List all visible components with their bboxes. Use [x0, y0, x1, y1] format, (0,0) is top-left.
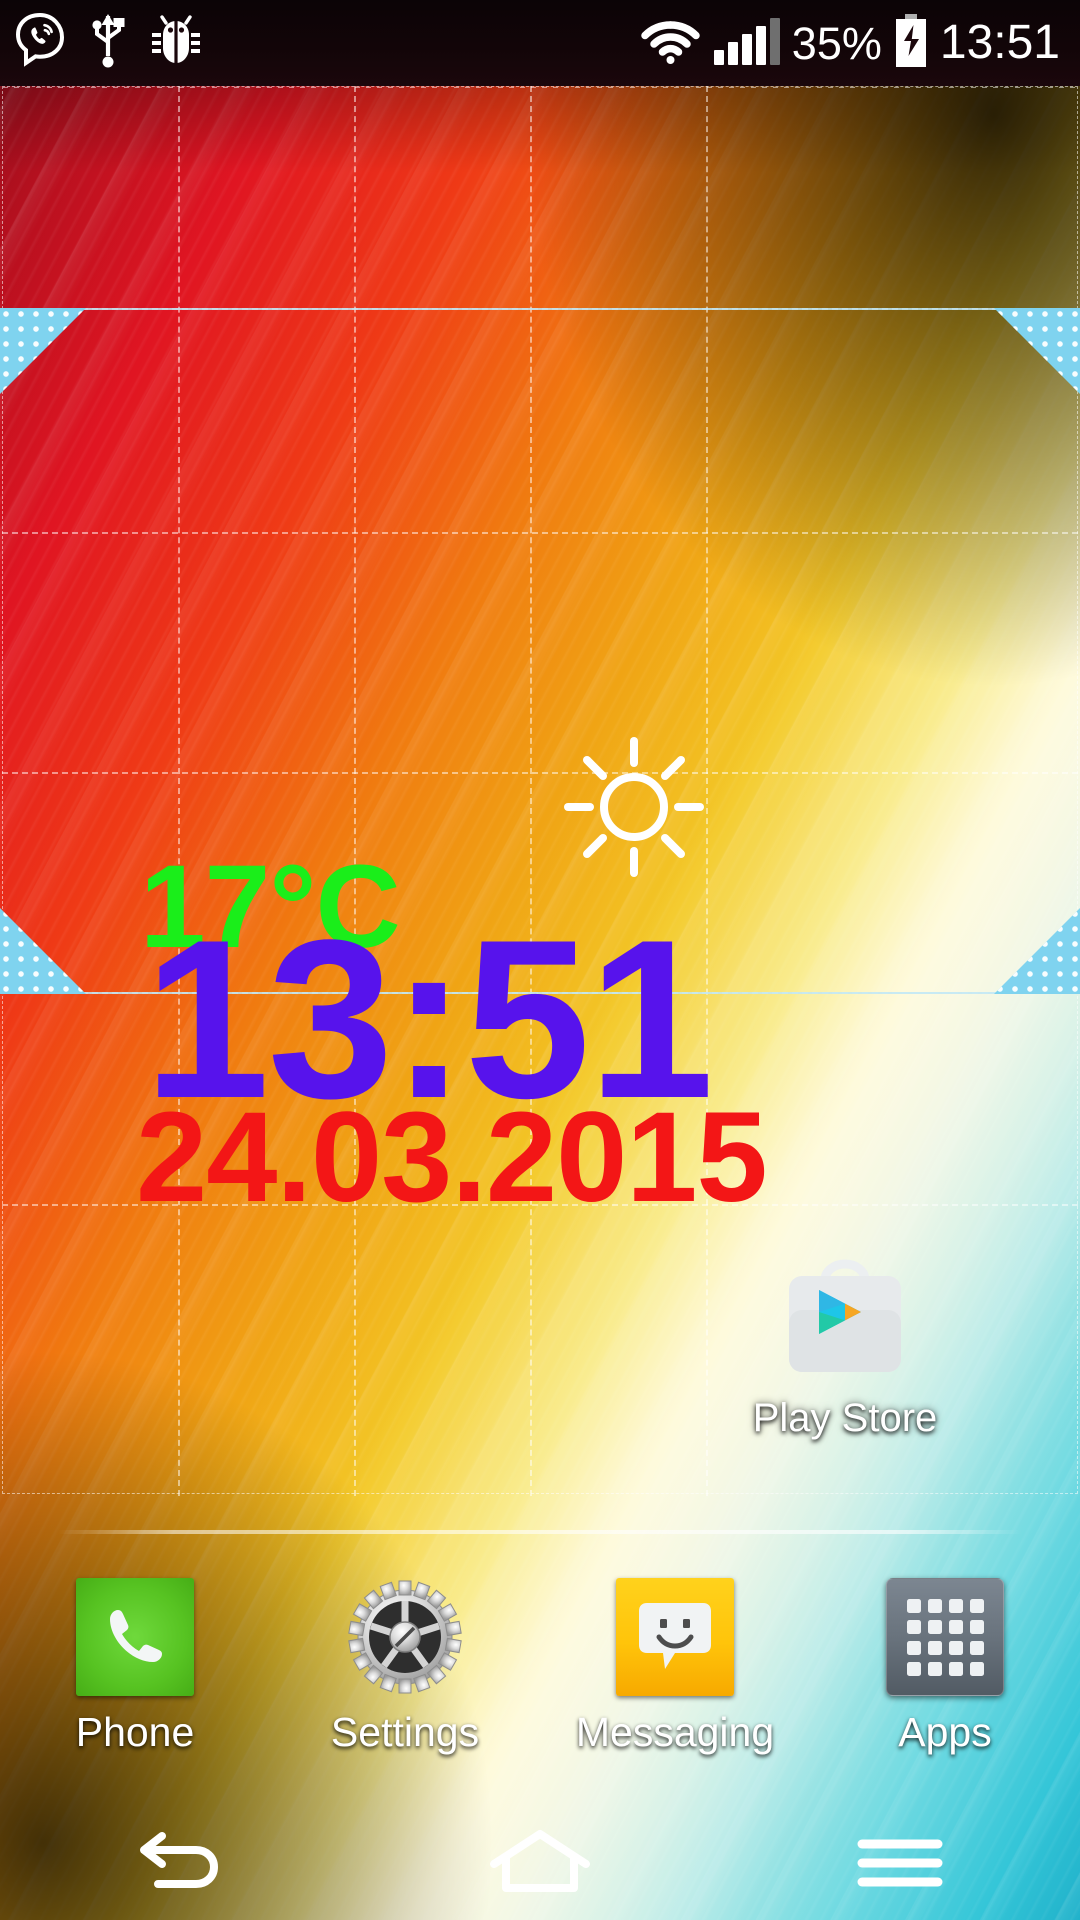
status-bar-system-icons: 35% 13:51 — [640, 13, 1080, 73]
battery-percent-label: 35% — [791, 17, 882, 69]
widget-clock-date: 24.03.2015 — [136, 1086, 768, 1229]
sun-icon — [560, 733, 708, 881]
home-icon — [488, 1828, 592, 1903]
dock: Phone Settings Messaging Apps — [0, 1560, 1080, 1810]
app-drawer-grid-icon — [886, 1578, 1004, 1696]
cellular-signal-icon — [713, 18, 780, 65]
dock-item-apps[interactable]: Apps — [810, 1560, 1080, 1753]
dock-label-messaging: Messaging — [575, 1709, 775, 1755]
phone-icon — [76, 1578, 194, 1696]
weather-clock-widget[interactable]: 17°C 13:51 24.03.2015 — [0, 308, 1080, 1222]
bug-icon — [150, 13, 202, 74]
gear-icon — [346, 1578, 464, 1696]
navigation-bar — [0, 1810, 1080, 1920]
back-button[interactable] — [0, 1810, 360, 1920]
back-arrow-icon — [132, 1828, 228, 1903]
dock-label-apps: Apps — [898, 1709, 992, 1755]
menu-button[interactable] — [720, 1810, 1080, 1920]
menu-icon — [856, 1834, 944, 1897]
viber-icon — [14, 12, 66, 74]
dock-item-messaging[interactable]: Messaging — [540, 1560, 810, 1753]
wifi-icon — [640, 17, 702, 70]
message-smiley-icon — [616, 1578, 734, 1696]
home-button[interactable] — [360, 1810, 720, 1920]
status-bar-clock: 13:51 — [939, 16, 1060, 69]
app-icon-play-store[interactable]: Play Store — [730, 1246, 960, 1440]
status-bar[interactable]: 35% 13:51 — [0, 0, 1080, 86]
dock-item-phone[interactable]: Phone — [0, 1560, 270, 1753]
app-label-play-store: Play Store — [752, 1396, 938, 1440]
usb-icon — [88, 12, 128, 75]
play-store-icon — [775, 1246, 915, 1386]
dock-label-phone: Phone — [75, 1709, 195, 1755]
dock-item-settings[interactable]: Settings — [270, 1560, 540, 1753]
battery-charging-icon — [894, 13, 928, 73]
dock-label-settings: Settings — [330, 1709, 480, 1755]
dock-divider — [58, 1530, 1022, 1534]
status-bar-notification-icons — [0, 12, 202, 75]
